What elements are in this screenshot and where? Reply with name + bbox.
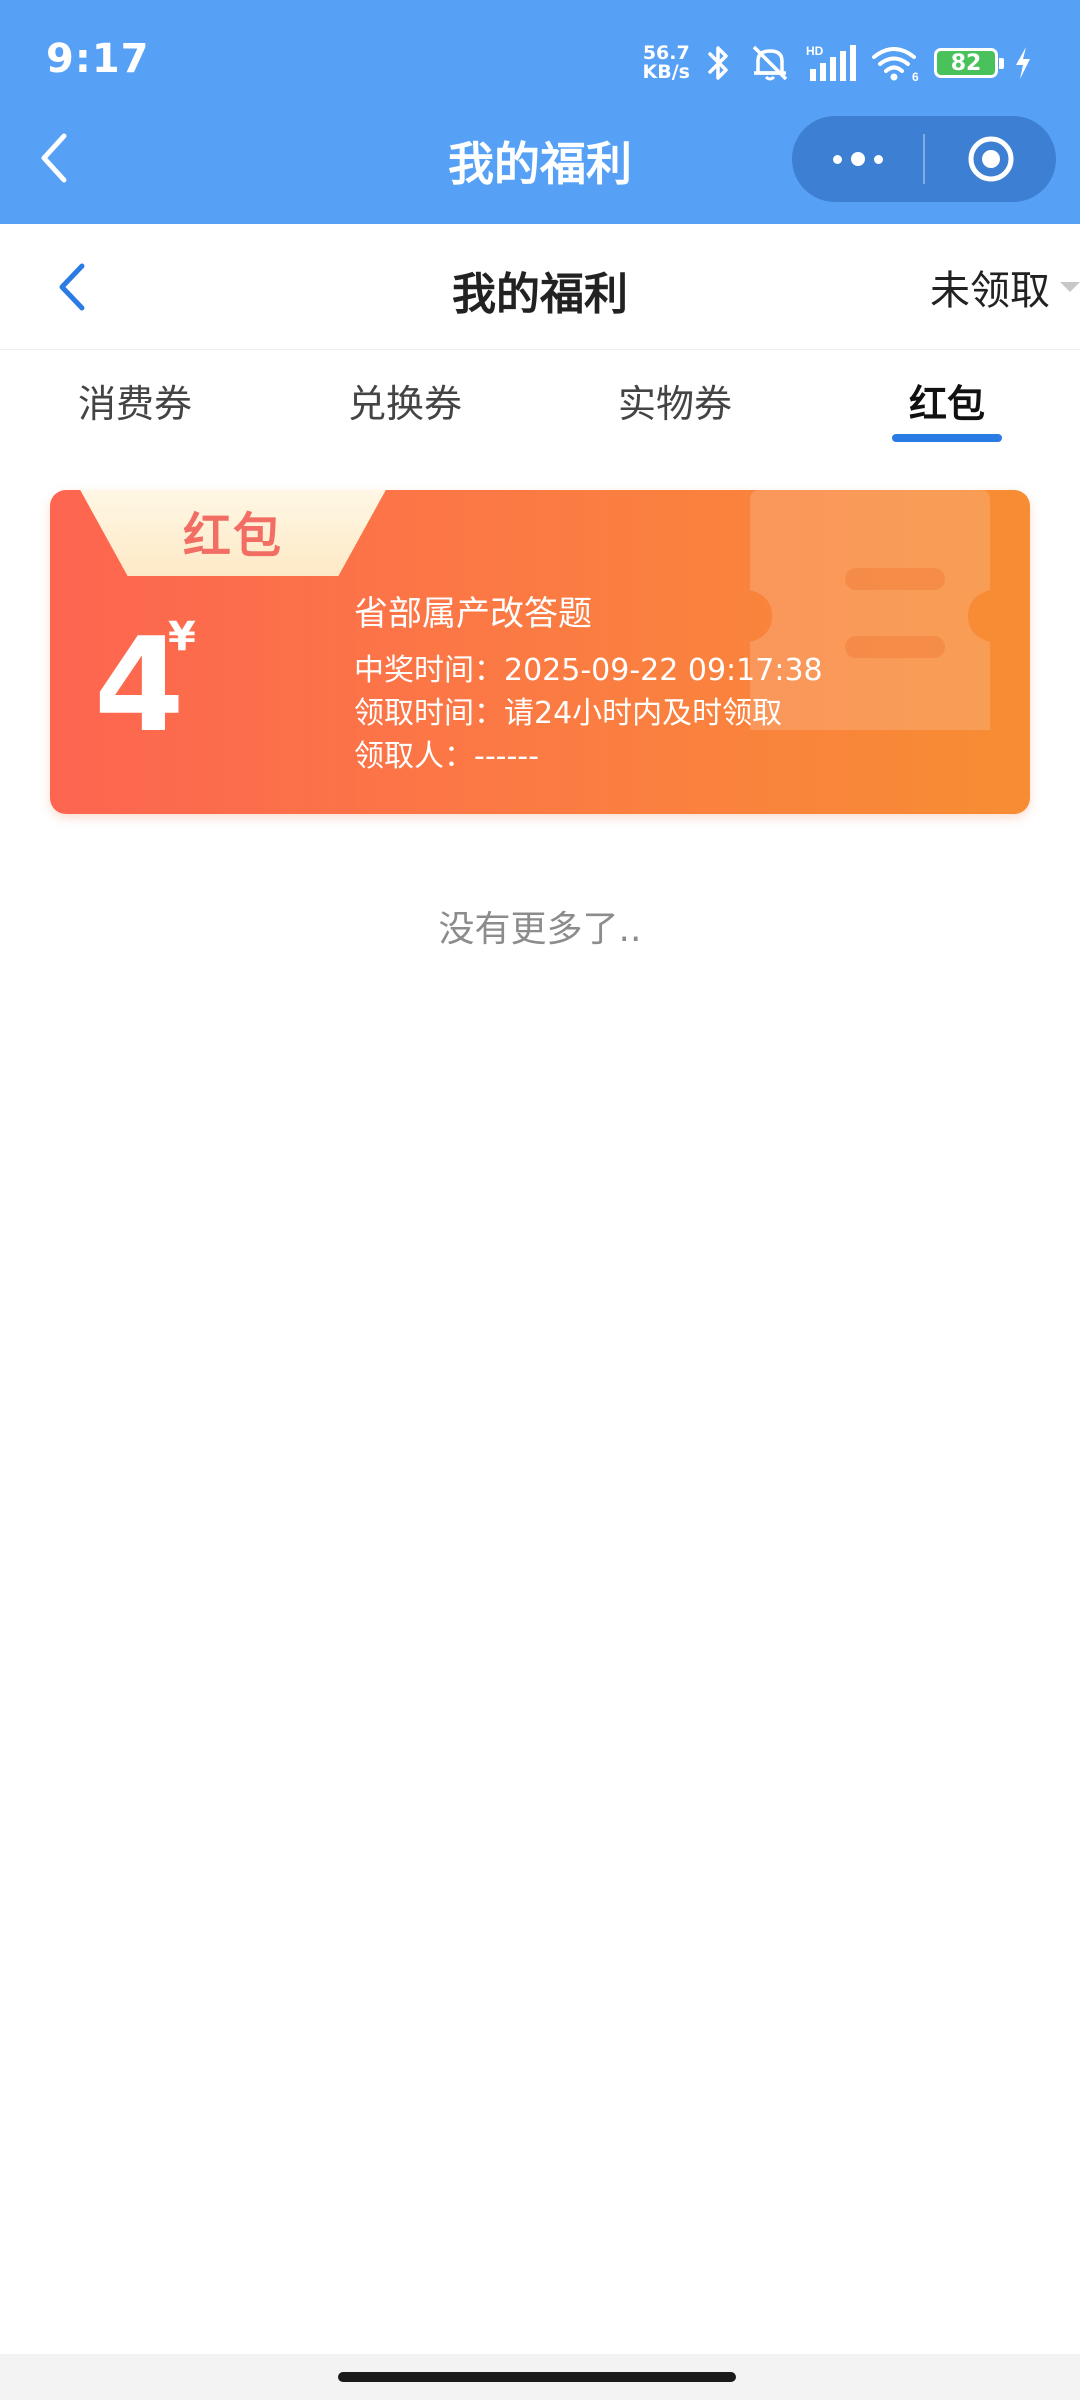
red-packet-tag-label: 红包 xyxy=(182,508,283,564)
claimer: 领取人：------ xyxy=(354,739,539,774)
tab-physical-voucher[interactable]: 实物券 xyxy=(570,352,780,448)
page-header: 我的福利 未领取 xyxy=(0,224,1080,350)
target-icon xyxy=(968,136,1013,182)
red-packet-title: 省部属产改答题 xyxy=(354,594,592,634)
page-title: 我的福利 xyxy=(452,269,628,320)
claim-time: 领取时间：请24小时内及时领取 xyxy=(354,696,783,731)
active-tab-indicator xyxy=(892,434,1002,442)
more-button[interactable] xyxy=(792,116,923,202)
miniprogram-capsule xyxy=(792,116,1056,202)
status-icons: 56.7 KB/s HD 6 82 xyxy=(643,38,1034,88)
top-header: 9:17 56.7 KB/s HD 6 82 我的福利 xyxy=(0,0,1080,224)
mute-icon xyxy=(752,45,788,81)
currency-symbol: ¥ xyxy=(168,614,196,660)
charging-icon xyxy=(1016,47,1030,79)
close-miniprogram-button[interactable] xyxy=(925,116,1056,202)
more-dot xyxy=(832,154,842,164)
wifi-icon: 6 xyxy=(872,47,919,83)
red-packet-info: 省部属产改答题 中奖时间：2025-09-22 09:17:38 领取时间：请2… xyxy=(354,586,823,778)
win-time: 中奖时间：2025-09-22 09:17:38 xyxy=(354,653,823,688)
status-time: 9:17 xyxy=(46,36,150,82)
red-packet-tag: 红包 xyxy=(78,490,388,576)
bluetooth-icon xyxy=(708,46,728,80)
svg-text:HD: HD xyxy=(806,44,824,58)
gesture-bar xyxy=(0,2354,1080,2400)
more-dot xyxy=(873,154,883,164)
no-more-text: 没有更多了.. xyxy=(438,909,642,950)
category-tabs: 消费券 兑换券 实物券 红包 xyxy=(0,352,1080,448)
network-speed: 56.7 KB/s xyxy=(643,44,690,82)
status-filter-label: 未领取 xyxy=(930,268,1050,314)
network-speed-unit: KB/s xyxy=(642,61,690,83)
signal-icon: HD xyxy=(806,44,856,81)
tab-consumption-voucher[interactable]: 消费券 xyxy=(30,352,240,448)
status-filter-dropdown[interactable]: 未领取 xyxy=(930,262,1080,314)
red-packet-card[interactable]: 红包 4 ¥ 省部属产改答题 中奖时间：2025-09-22 09:17:38 … xyxy=(50,490,1030,814)
svg-text:6: 6 xyxy=(912,70,919,83)
battery-icon: 82 xyxy=(934,48,1004,78)
tab-exchange-voucher[interactable]: 兑换券 xyxy=(300,352,510,448)
more-dot xyxy=(850,152,865,166)
caret-down-icon xyxy=(1060,282,1080,292)
home-indicator[interactable] xyxy=(338,2372,736,2382)
